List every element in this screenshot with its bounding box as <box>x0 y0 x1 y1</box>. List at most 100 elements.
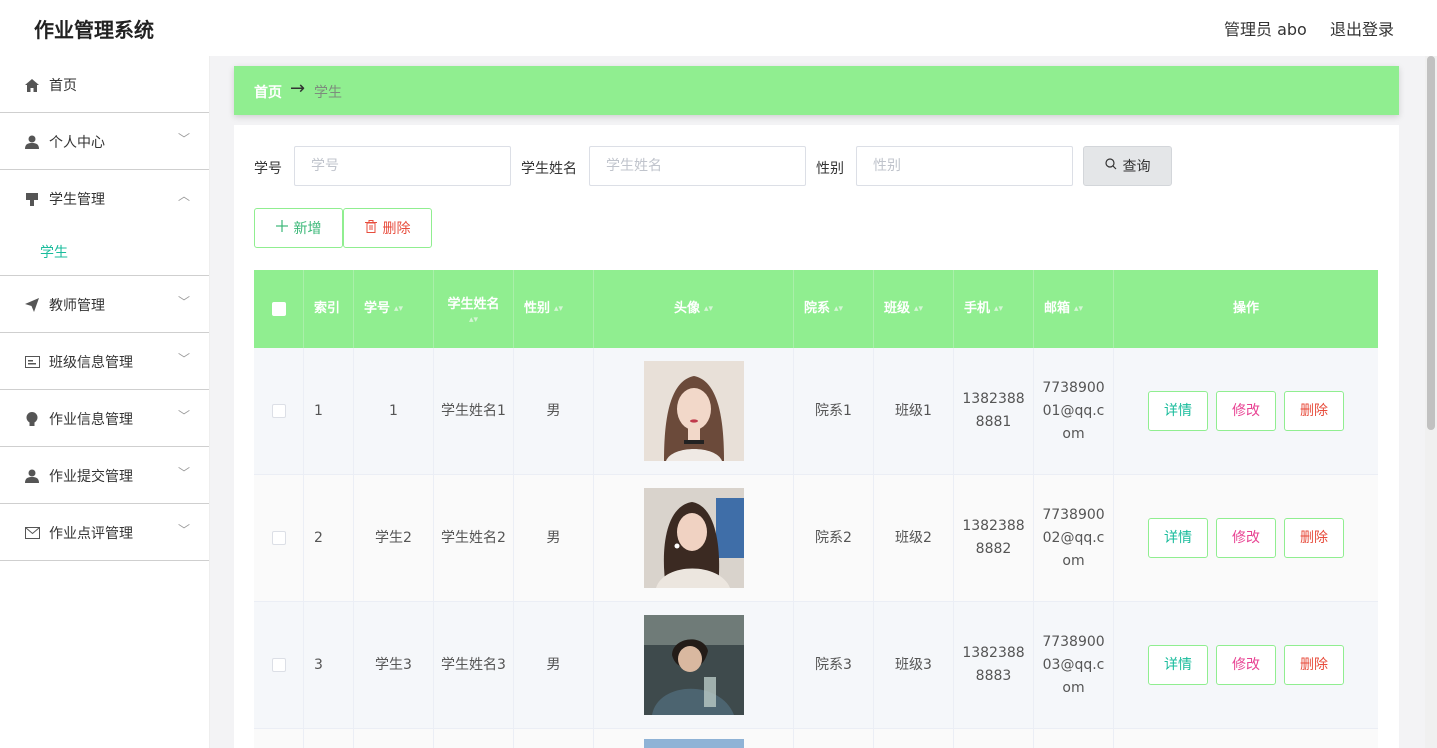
trash-icon <box>364 219 377 237</box>
delete-button[interactable]: 删除 <box>1284 645 1344 685</box>
query-button-label: 查询 <box>1122 159 1151 175</box>
avatar[interactable] <box>643 361 744 461</box>
app-title: 作业管理系统 <box>34 18 154 42</box>
column-header[interactable]: 手机 ▴▾ <box>954 270 1034 348</box>
column-header: 操作 <box>1232 301 1259 316</box>
cell-name: 学生姓名2 <box>434 475 514 601</box>
cell-email: 773890001@qq.com <box>1034 348 1114 474</box>
sidebar-item-class-info[interactable]: 班级信息管理 ﹀ <box>0 333 209 390</box>
column-header[interactable]: 学号 ▴▾ <box>354 270 434 348</box>
avatar[interactable] <box>643 739 744 748</box>
cell-email: 773890002@qq.com <box>1034 475 1114 601</box>
logout-link[interactable]: 退出登录 <box>1330 16 1394 40</box>
cell-gender: 男 <box>514 348 594 474</box>
user-icon <box>24 134 40 150</box>
sidebar-item-teacher-management[interactable]: 教师管理 ﹀ <box>0 276 209 333</box>
home-icon <box>24 77 40 93</box>
batch-delete-button[interactable]: 删除 <box>343 208 432 248</box>
cell-index: 2 <box>304 475 354 601</box>
column-header[interactable]: 头像 ▴▾ <box>594 270 794 348</box>
cell-gender: 男 <box>514 602 594 728</box>
column-header[interactable]: 班级 ▴▾ <box>874 270 954 348</box>
sort-icon: ▴▾ <box>834 304 844 314</box>
student-no-input[interactable] <box>294 146 511 186</box>
student-name-label: 学生姓名 <box>521 161 577 177</box>
sidebar-item-label: 作业提交管理 <box>49 469 133 485</box>
select-all-checkbox[interactable] <box>271 302 286 316</box>
gender-input[interactable] <box>856 146 1073 186</box>
chevron-up-icon: ︿ <box>178 189 191 203</box>
page-scrollbar[interactable] <box>1425 56 1437 748</box>
sort-icon: ▴▾ <box>1074 304 1084 314</box>
cell-dept: 院系3 <box>794 602 874 728</box>
sidebar-item-homework-review[interactable]: 作业点评管理 ﹀ <box>0 504 209 561</box>
column-header[interactable]: 院系 ▴▾ <box>794 270 874 348</box>
row-checkbox[interactable] <box>271 531 286 545</box>
plus-icon <box>275 220 288 236</box>
sidebar-item-label: 学生管理 <box>49 192 105 208</box>
sidebar-item-personal-center[interactable]: 个人中心 ﹀ <box>0 113 209 170</box>
cell-phone: 13823888881 <box>954 348 1034 474</box>
cell-index: 3 <box>304 602 354 728</box>
detail-button[interactable]: 详情 <box>1148 391 1208 431</box>
sidebar-item-student-management[interactable]: 学生管理 ︿ 学生 <box>0 170 209 276</box>
scrollbar-thumb[interactable] <box>1427 56 1435 430</box>
detail-button[interactable]: 详情 <box>1148 645 1208 685</box>
sort-icon: ▴▾ <box>468 315 479 325</box>
sidebar-item-label: 首页 <box>49 78 77 94</box>
cell-class: 班级2 <box>874 475 954 601</box>
content-panel: 学号 学生姓名 性别 查询 新增 删除 索引 <box>234 125 1399 748</box>
card-icon <box>24 354 40 370</box>
sort-icon: ▴▾ <box>394 304 404 314</box>
edit-button[interactable]: 修改 <box>1216 391 1276 431</box>
cell-student-no: 1 <box>354 348 434 474</box>
breadcrumb-current: 学生 <box>314 85 342 101</box>
cell-class: 班级3 <box>874 602 954 728</box>
sort-icon: ▴▾ <box>703 304 714 314</box>
row-checkbox[interactable] <box>271 404 286 418</box>
cell-student-no: 学生2 <box>354 475 434 601</box>
user-icon <box>24 468 40 484</box>
column-header[interactable]: 学生姓名 ▴▾ <box>434 270 514 348</box>
detail-button[interactable]: 详情 <box>1148 518 1208 558</box>
cell-avatar <box>594 602 794 728</box>
student-name-input[interactable] <box>589 146 806 186</box>
cell-student-no: 学生3 <box>354 602 434 728</box>
delete-button[interactable]: 删除 <box>1284 391 1344 431</box>
table-header: 索引 学号 ▴▾ 学生姓名 ▴▾ 性别 ▴▾ 头像 ▴▾ 院系 ▴▾ 班级 ▴▾ 手机 ▴▾ … <box>254 270 1378 348</box>
column-header: 索引 <box>304 270 354 348</box>
sidebar-item-homework-info[interactable]: 作业信息管理 ﹀ <box>0 390 209 447</box>
edit-button[interactable]: 修改 <box>1216 518 1276 558</box>
column-header[interactable]: 性别 ▴▾ <box>514 270 594 348</box>
avatar[interactable] <box>643 615 744 715</box>
chevron-down-icon: ﹀ <box>178 352 191 366</box>
cell-dept: 院系1 <box>794 348 874 474</box>
row-checkbox[interactable] <box>271 658 286 672</box>
sort-icon: ▴▾ <box>994 304 1004 314</box>
delete-button[interactable]: 删除 <box>1284 518 1344 558</box>
table-row: 2 学生2 学生姓名2 男 院系2 班级2 13823888882 773890… <box>254 475 1378 602</box>
sidebar-item-label: 教师管理 <box>49 298 105 314</box>
cell-avatar <box>594 348 794 474</box>
cell-avatar <box>594 729 794 748</box>
cell-index: 1 <box>304 348 354 474</box>
breadcrumb-home[interactable]: 首页 <box>254 82 282 102</box>
avatar[interactable] <box>643 488 744 588</box>
cell-name: 学生姓名3 <box>434 602 514 728</box>
edit-button[interactable]: 修改 <box>1216 645 1276 685</box>
bulb-icon <box>24 411 40 427</box>
sidebar-item-home[interactable]: 首页 <box>0 56 209 113</box>
cell-phone: 13823888882 <box>954 475 1034 601</box>
column-header[interactable]: 邮箱 ▴▾ <box>1034 270 1114 348</box>
add-button[interactable]: 新增 <box>254 208 343 248</box>
table-row <box>254 729 1378 748</box>
chevron-down-icon: ﹀ <box>178 132 191 146</box>
sidebar-item-label: 作业信息管理 <box>49 412 133 428</box>
add-button-label: 新增 <box>293 221 322 237</box>
cell-avatar <box>594 475 794 601</box>
sidebar-item-homework-submission[interactable]: 作业提交管理 ﹀ <box>0 447 209 504</box>
sort-icon: ▴▾ <box>554 304 564 314</box>
sidebar-subitem-student[interactable]: 学生 <box>40 242 68 262</box>
query-button[interactable]: 查询 <box>1083 146 1172 186</box>
cell-phone: 13823888883 <box>954 602 1034 728</box>
